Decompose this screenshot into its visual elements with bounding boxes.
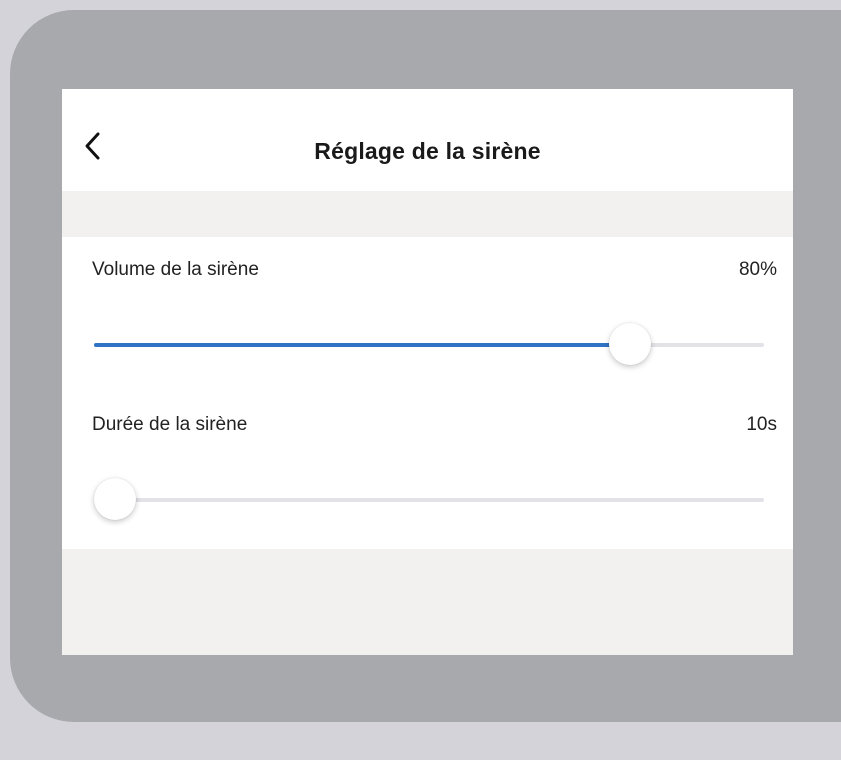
siren-duration-label: Durée de la sirène — [92, 414, 248, 435]
siren-duration-slider[interactable] — [94, 478, 764, 520]
siren-volume-slider[interactable] — [94, 323, 764, 365]
navigation-bar: Réglage de la sirène — [62, 89, 793, 191]
slider-thumb[interactable] — [609, 323, 651, 365]
siren-volume-label: Volume de la sirène — [92, 259, 259, 280]
slider-track — [94, 498, 764, 502]
slider-thumb[interactable] — [94, 478, 136, 520]
siren-duration-value: 10s — [746, 414, 777, 435]
slider-fill — [94, 343, 630, 347]
app-screen: Réglage de la sirène Volume de la sirène… — [62, 89, 793, 655]
page-title: Réglage de la sirène — [314, 138, 541, 164]
siren-volume-value: 80% — [738, 259, 777, 280]
settings-panel: Volume de la sirène 80% Durée de la sirè… — [62, 237, 793, 549]
